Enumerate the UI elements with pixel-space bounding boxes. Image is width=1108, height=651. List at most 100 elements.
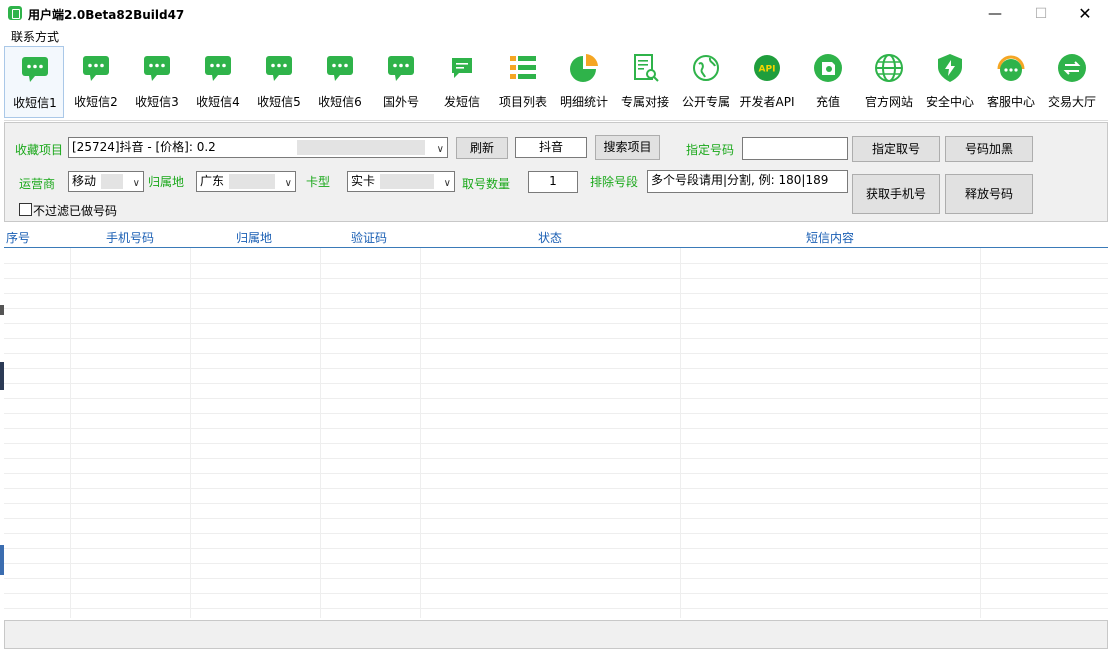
chevron-down-icon: ∨: [436, 144, 444, 155]
assign-number-input[interactable]: [742, 137, 848, 160]
toolbar-item-exclusive[interactable]: 专属对接: [615, 46, 675, 118]
grid-row-line: [4, 548, 1108, 549]
get-phone-button[interactable]: 获取手机号: [852, 174, 940, 214]
toolbar-item-website[interactable]: 官方网站: [859, 46, 919, 118]
toolbar-item-sms1[interactable]: 收短信1: [4, 46, 64, 118]
toolbar-item-security[interactable]: 安全中心: [920, 46, 980, 118]
assign-get-button[interactable]: 指定取号: [852, 136, 940, 162]
toolbar-item-public[interactable]: 公开专属: [676, 46, 736, 118]
chat-bubble-icon: [144, 56, 170, 81]
fav-project-select[interactable]: [25724]抖音 - [价格]: 0.2 ∨: [68, 137, 448, 158]
column-header-index[interactable]: 序号: [6, 229, 30, 246]
close-button[interactable]: ✕: [1062, 0, 1108, 27]
grid-row-line: [4, 338, 1108, 339]
toolbar-label: 收短信4: [196, 95, 240, 109]
toolbar-item-send-sms[interactable]: 发短信: [432, 46, 492, 118]
toolbar-label: 收短信3: [135, 95, 179, 109]
grid-row-line: [4, 383, 1108, 384]
table-header: 序号 手机号码 归属地 验证码 状态 短信内容: [4, 226, 1108, 248]
toolbar-item-sms6[interactable]: 收短信6: [310, 46, 370, 118]
card-type-select[interactable]: 实卡 ∨: [347, 171, 455, 192]
grid-row-line: [4, 503, 1108, 504]
search-input[interactable]: 抖音: [515, 137, 587, 158]
selection-highlight: [229, 174, 275, 189]
toolbar-label: 发短信: [443, 95, 480, 109]
toolbar-item-sms3[interactable]: 收短信3: [127, 46, 187, 118]
toolbar-label: 收短信5: [257, 95, 301, 109]
toolbar-item-foreign[interactable]: 国外号: [371, 46, 431, 118]
toolbar-item-sms5[interactable]: 收短信5: [249, 46, 309, 118]
release-number-button[interactable]: 释放号码: [945, 174, 1033, 214]
fav-project-label: 收藏项目: [15, 143, 64, 157]
grid-row-line: [4, 518, 1108, 519]
toolbar-item-sms4[interactable]: 收短信4: [188, 46, 248, 118]
toolbar-label: 安全中心: [925, 95, 974, 109]
toolbar-item-trade[interactable]: 交易大厅: [1042, 46, 1102, 118]
toolbar-label: 收短信1: [13, 96, 57, 110]
grid-row-line: [4, 428, 1108, 429]
chat-bubble-icon: [22, 57, 48, 82]
carrier-select[interactable]: 移动 ∨: [68, 171, 144, 192]
selection-highlight: [380, 174, 434, 189]
grid-row-line: [4, 563, 1108, 564]
toolbar-item-sms2[interactable]: 收短信2: [66, 46, 126, 118]
svg-text:API: API: [759, 65, 776, 75]
search-project-button[interactable]: 搜索项目: [595, 135, 660, 160]
window-title: 用户端2.0Beta82Build47: [28, 8, 185, 22]
shield-icon: [938, 54, 962, 82]
grid-row-line: [4, 443, 1108, 444]
chat-bubble-icon: [388, 56, 414, 81]
menu-contact[interactable]: 联系方式: [11, 28, 59, 45]
no-filter-label: 不过滤已做号码: [33, 204, 118, 218]
document-search-icon: [634, 54, 659, 82]
grid-column-line: [420, 248, 421, 618]
toolbar-label: 客服中心: [986, 95, 1035, 109]
exclude-prefix-input[interactable]: 多个号段请用|分割, 例: 180|189: [647, 170, 848, 193]
region-select[interactable]: 广东 ∨: [196, 171, 296, 192]
column-header-status[interactable]: 状态: [538, 229, 562, 246]
grid-row-line: [4, 593, 1108, 594]
blacklist-button[interactable]: 号码加黑: [945, 136, 1033, 162]
toolbar-item-stats[interactable]: 明细统计: [554, 46, 614, 118]
grid-row-line: [4, 458, 1108, 459]
column-header-region[interactable]: 归属地: [236, 229, 272, 246]
toolbar-item-project-list[interactable]: 项目列表: [493, 46, 553, 118]
toolbar-item-developer-api[interactable]: API 开发者API: [737, 46, 797, 118]
no-filter-checkbox[interactable]: [19, 203, 32, 216]
message-square-icon: [452, 58, 472, 78]
api-icon: API: [754, 55, 780, 81]
toolbar-label: 专属对接: [620, 95, 669, 109]
grid-row-line: [4, 308, 1108, 309]
background-window-edge: [0, 305, 4, 315]
column-header-sms-content[interactable]: 短信内容: [806, 229, 854, 246]
toolbar-item-recharge[interactable]: 充值: [798, 46, 858, 118]
app-icon: [8, 6, 22, 20]
minimize-button[interactable]: —: [972, 0, 1018, 27]
column-header-phone[interactable]: 手机号码: [106, 229, 154, 246]
list-icon: [510, 56, 536, 79]
toolbar-label: 公开专属: [681, 95, 730, 109]
grid-row-line: [4, 293, 1108, 294]
toolbar-label: 开发者API: [739, 95, 795, 109]
card-type-label: 卡型: [306, 175, 331, 189]
chat-bubble-icon: [327, 56, 353, 81]
grid-column-line: [320, 248, 321, 618]
maximize-button[interactable]: ☐: [1018, 0, 1064, 27]
results-table-body[interactable]: [4, 248, 1108, 618]
toolbar-label: 国外号: [382, 95, 419, 109]
column-header-code[interactable]: 验证码: [351, 229, 387, 246]
chevron-down-icon: ∨: [132, 178, 140, 189]
grid-row-line: [4, 413, 1108, 414]
grid-column-line: [190, 248, 191, 618]
grid-row-line: [4, 278, 1108, 279]
toolbar: 收短信1 收短信2 收短信3 收短信4 收短信5 收短信6 国外号 发短信 项目…: [4, 46, 1108, 121]
count-label: 取号数量: [462, 177, 511, 191]
toolbar-label: 交易大厅: [1047, 95, 1096, 109]
count-input[interactable]: 1: [528, 171, 578, 193]
refresh-button[interactable]: 刷新: [456, 137, 508, 159]
exclude-prefix-label: 排除号段: [590, 175, 639, 189]
selection-highlight: [101, 174, 123, 189]
background-window-edge: [0, 545, 4, 575]
toolbar-item-support[interactable]: 客服中心: [981, 46, 1041, 118]
card-type-value: 实卡: [351, 174, 376, 188]
